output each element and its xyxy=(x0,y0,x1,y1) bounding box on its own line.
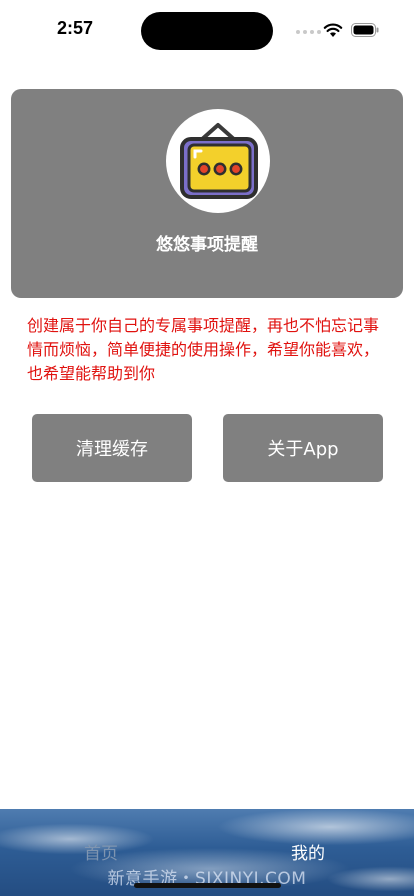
clear-cache-button[interactable]: 清理缓存 xyxy=(32,414,192,482)
app-logo xyxy=(166,109,270,213)
profile-header-card: 悠悠事项提醒 xyxy=(11,89,403,298)
signal-icon xyxy=(296,30,321,34)
home-indicator xyxy=(134,883,281,888)
tab-mine[interactable]: 我的 xyxy=(291,839,325,864)
message-dots-icon xyxy=(180,123,258,199)
status-time: 2:57 xyxy=(57,18,94,38)
app-title: 悠悠事项提醒 xyxy=(156,235,258,255)
tab-bar: 首页 我的 新意手游・SJXINYI.COM xyxy=(0,809,414,896)
dynamic-island xyxy=(141,12,273,50)
tab-home[interactable]: 首页 xyxy=(84,839,118,864)
wifi-icon xyxy=(323,23,343,37)
battery-icon xyxy=(351,23,379,37)
app-description: 创建属于你自己的专属事项提醒，再也不怕忘记事情而烦恼，简单便捷的使用操作，希望你… xyxy=(27,316,380,383)
status-bar: 2:57 xyxy=(0,0,414,60)
about-app-button[interactable]: 关于App xyxy=(223,414,383,482)
